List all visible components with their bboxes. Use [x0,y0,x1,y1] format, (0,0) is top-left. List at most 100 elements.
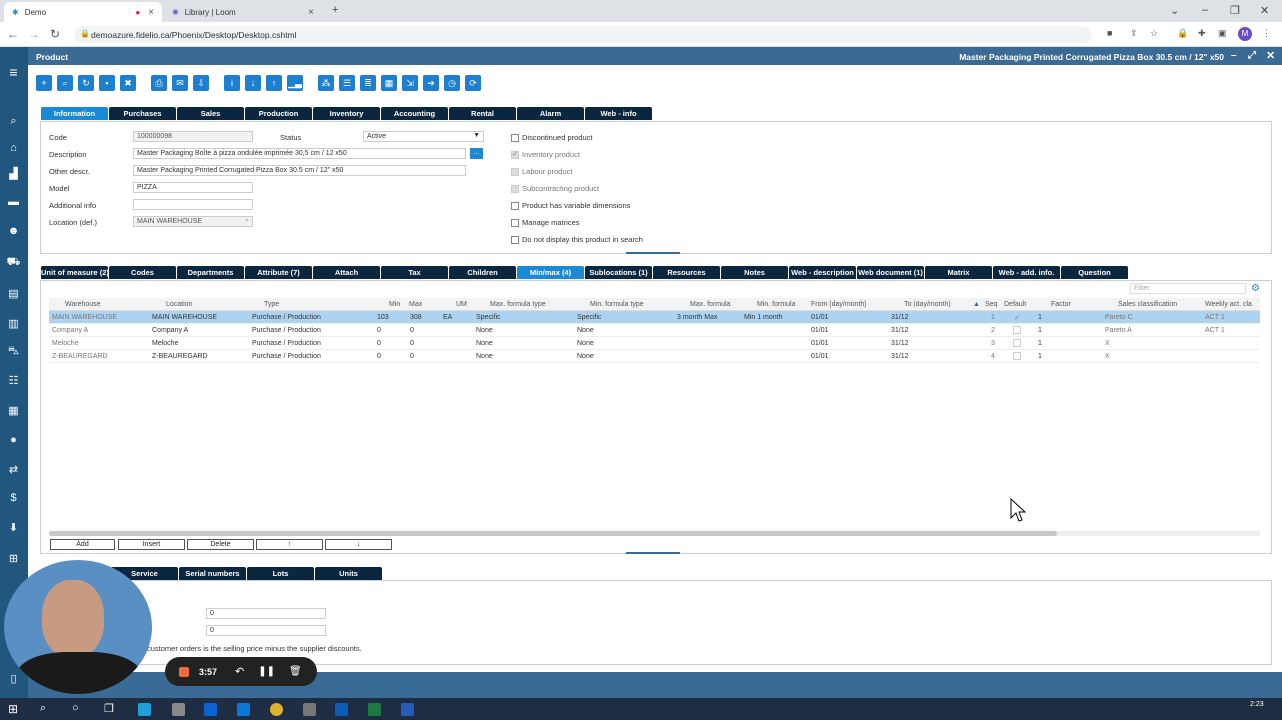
chat-icon[interactable]: ● [5,433,22,448]
browser-menu-icon[interactable]: ⋮ [1262,28,1271,39]
minimize-panel-icon[interactable]: – [1231,50,1237,61]
close-window-icon[interactable]: ✕ [1260,4,1269,17]
column-header[interactable]: Max. formula type [490,301,546,308]
edge-icon[interactable] [138,703,151,716]
horizontal-scrollbar[interactable] [49,531,1260,536]
trash-icon[interactable]: 🗑 [289,666,302,677]
settings-app-icon[interactable] [303,703,316,716]
delete-icon[interactable]: ✖ [120,75,136,91]
tab-codes[interactable]: Codes [109,266,176,279]
word-icon[interactable] [401,703,414,716]
column-header[interactable]: Type [264,301,279,308]
column-header[interactable]: To (day/month) [904,301,951,308]
arrow-right-icon[interactable]: ➔ [423,75,439,91]
scrollbar-thumb[interactable] [49,531,1057,536]
list-icon[interactable]: ≣ [360,75,376,91]
tab-departments[interactable]: Departments [177,266,244,279]
table-row[interactable]: Z-BEAUREGARD Z-BEAUREGARD Purchase / Pro… [49,350,1260,363]
tab-lots[interactable]: Lots [247,567,314,580]
users-icon[interactable]: ☻ [5,224,22,239]
apps-grid-icon[interactable]: ⊞ [5,552,22,567]
tab-resources[interactable]: Resources [653,266,720,279]
tab-notes[interactable]: Notes [721,266,788,279]
tab-production[interactable]: Production [245,107,312,120]
tab-matrix[interactable]: Matrix [925,266,992,279]
tab-question[interactable]: Question [1061,266,1128,279]
tab-attach[interactable]: Attach [313,266,380,279]
search-icon[interactable]: ⌕ [40,702,46,715]
translate-button[interactable]: ... [470,148,483,159]
tab-children[interactable]: Children [449,266,516,279]
cash-icon[interactable]: $ [5,491,22,506]
tab-inventory[interactable]: Inventory [313,107,380,120]
webcam-overlay[interactable] [4,560,152,694]
file-explorer-icon[interactable] [172,703,185,716]
stats-icon[interactable]: ▁▃ [287,75,303,91]
column-header[interactable]: Factor [1051,301,1071,308]
briefcase-icon[interactable]: ▦ [5,404,22,419]
panel-resize-handle[interactable] [626,552,680,554]
manage-matrices-checkbox[interactable]: Manage matrices [511,218,580,227]
variable-dimensions-checkbox[interactable]: Product has variable dimensions [511,201,630,210]
excel-icon[interactable] [368,703,381,716]
column-header[interactable]: Min. formula type [590,301,644,308]
tab-attribute[interactable]: Attribute (7) [245,266,312,279]
default-checkbox[interactable] [1013,326,1021,334]
column-header[interactable]: Default [1004,301,1026,308]
chart-icon[interactable]: ▟ [5,167,22,182]
stop-recording-icon[interactable] [179,666,189,677]
clock-icon[interactable]: ◷ [444,75,460,91]
column-header[interactable]: Seq [985,301,997,308]
column-header[interactable]: Min. formula [757,301,796,308]
document-icon[interactable]: ▤ [5,287,22,302]
search-record-icon[interactable]: ⌕ [57,75,73,91]
location-field[interactable]: MAIN WAREHOUSE ⌕ [133,216,253,227]
search-icon[interactable]: ⌕ [5,114,22,129]
extensions-icon[interactable]: ✚ [1198,28,1206,39]
code-field[interactable]: 100000098 [133,131,253,142]
pause-icon[interactable]: ❚❚ [258,666,275,677]
column-header[interactable]: Location [166,301,192,308]
tab-web-info[interactable]: Web - info [585,107,652,120]
cart-icon[interactable]: ⛟ [5,255,22,270]
browser-tab-loom[interactable]: ✺ Library | Loom × [164,2,322,22]
new-tab-icon[interactable]: + [332,4,338,16]
back-icon[interactable]: ← [7,27,19,41]
download-icon[interactable]: ⬇ [5,521,22,536]
tab-units[interactable]: Units [315,567,382,580]
extension-lock-icon[interactable]: 🔒 [1177,28,1188,39]
discontinued-checkbox[interactable]: Discontinued product [511,133,592,142]
close-tab-icon[interactable]: × [148,7,154,18]
column-header[interactable]: From (day/month) [811,301,867,308]
shopping-cart-icon[interactable]: ⛍ [5,344,22,359]
tab-min-max[interactable]: Min/max (4) [517,266,584,279]
tab-accounting[interactable]: Accounting [381,107,448,120]
column-header[interactable]: Max [409,301,422,308]
tab-tax[interactable]: Tax [381,266,448,279]
column-header[interactable]: UM [456,301,467,308]
inventory-product-checkbox[interactable]: ✓ Inventory product [511,150,580,159]
transfer-icon[interactable]: ⇄ [5,463,22,478]
tab-purchases[interactable]: Purchases [109,107,176,120]
structure-icon[interactable]: ⁂ [318,75,334,91]
bottom-field-2[interactable]: 0 [206,625,326,636]
column-header[interactable]: Sales classification [1118,301,1177,308]
add-button[interactable]: Add [50,539,115,550]
save-icon[interactable]: ▪ [99,75,115,91]
tab-sublocations[interactable]: Sublocations (1) [585,266,652,279]
move-down-button[interactable]: ↓ [325,539,392,550]
hamburger-menu-icon[interactable]: ≡ [5,65,22,80]
cortana-icon[interactable]: ○ [72,702,79,714]
column-header[interactable]: Warehouse [65,301,101,308]
upload-icon[interactable]: ↑ [266,75,282,91]
table-row[interactable]: Meloche Meloche Purchase / Production 0 … [49,337,1260,350]
move-up-button[interactable]: ↑ [256,539,323,550]
column-header[interactable]: Max. formula [690,301,730,308]
subcontracting-checkbox[interactable]: Subcontracting product [511,184,599,193]
tab-search-icon[interactable]: ⌄ [1170,4,1179,17]
hierarchy-icon[interactable]: ☷ [5,374,22,389]
delete-button[interactable]: Delete [187,539,254,550]
share-icon[interactable]: ⇪ [1130,28,1138,39]
column-header[interactable]: Min [389,301,400,308]
tab-information[interactable]: Information [41,107,108,120]
